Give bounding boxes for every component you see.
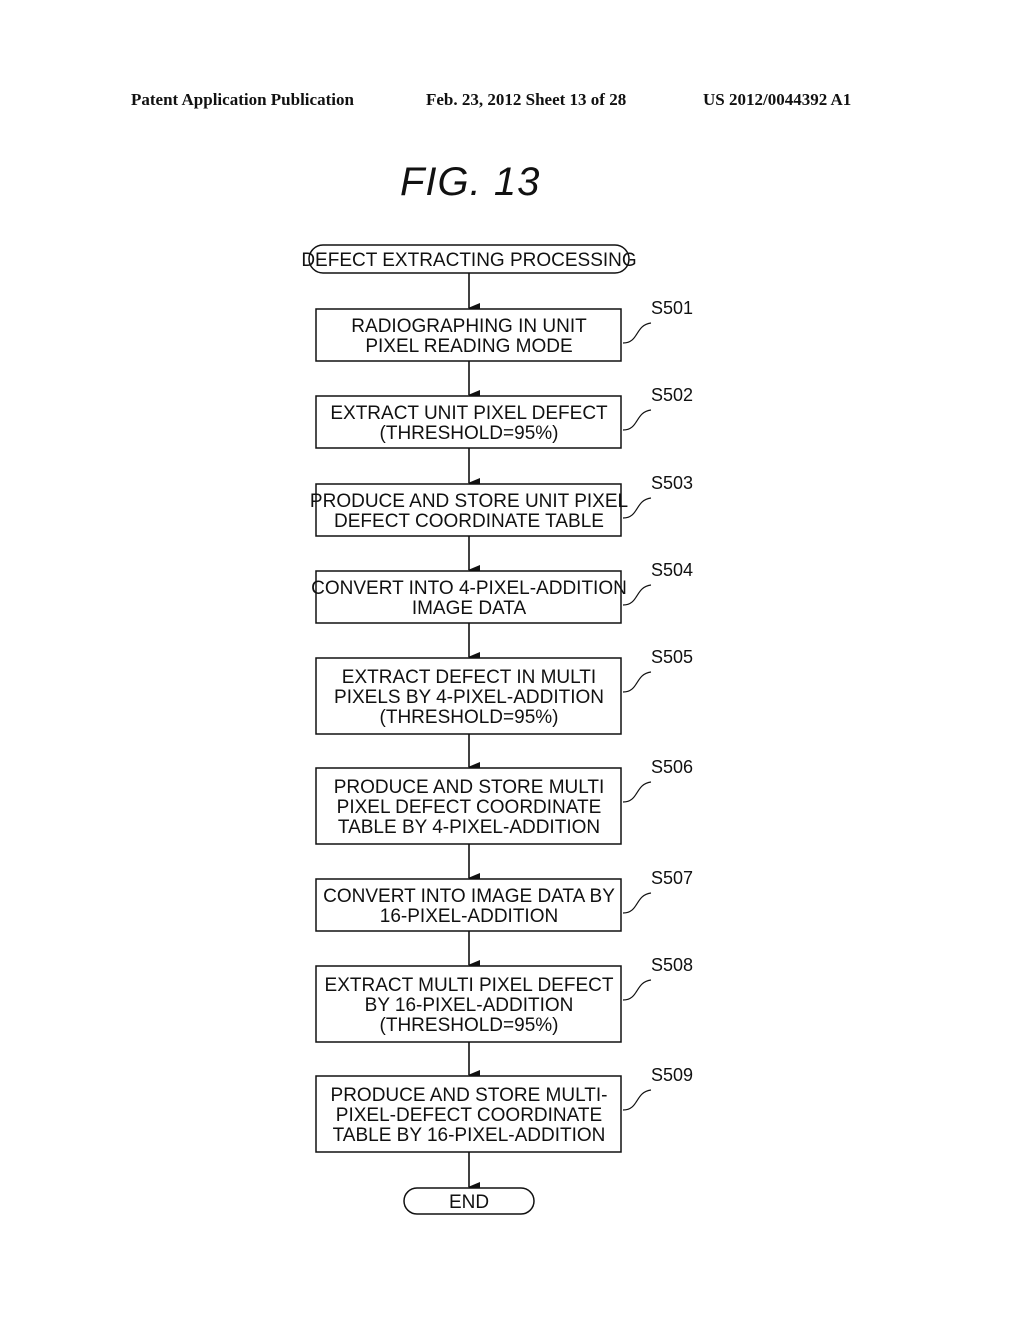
end-label: END (449, 1192, 489, 1213)
process-text: TABLE BY 16-PIXEL-ADDITION (333, 1125, 606, 1146)
process-text: RADIOGRAPHING IN UNIT (351, 316, 587, 337)
process-text: CONVERT INTO IMAGE DATA BY (323, 886, 615, 907)
step-id-label: S509 (651, 1065, 693, 1085)
step-leader-line (622, 781, 652, 803)
start-label: DEFECT EXTRACTING PROCESSING (301, 250, 636, 271)
process-text: PRODUCE AND STORE MULTI- (331, 1085, 608, 1106)
process-text: 16-PIXEL-ADDITION (380, 906, 558, 927)
process-text: PIXEL-DEFECT COORDINATE (336, 1105, 602, 1126)
step-id-label: S506 (651, 757, 693, 777)
process-text: EXTRACT DEFECT IN MULTI (342, 667, 596, 688)
step-id-label: S504 (651, 560, 693, 580)
step-id-label: S505 (651, 647, 693, 667)
process-text: IMAGE DATA (412, 598, 527, 619)
step-leader-line (622, 322, 652, 344)
process-text: DEFECT COORDINATE TABLE (334, 511, 604, 532)
step-id-label: S508 (651, 955, 693, 975)
process-text: (THRESHOLD=95%) (380, 423, 559, 444)
step-leader-line (622, 892, 652, 914)
process-text: PIXEL DEFECT COORDINATE (337, 797, 602, 818)
process-text: PIXEL READING MODE (365, 336, 572, 357)
step-leader-line (622, 584, 652, 606)
process-text: (THRESHOLD=95%) (380, 707, 559, 728)
process-text: PIXELS BY 4-PIXEL-ADDITION (334, 687, 604, 708)
process-text: EXTRACT MULTI PIXEL DEFECT (325, 975, 614, 996)
flowchart: DEFECT EXTRACTING PROCESSING RADIOGRAPHIN… (301, 244, 693, 1215)
step-id-label: S503 (651, 473, 693, 493)
process-text: TABLE BY 4-PIXEL-ADDITION (338, 817, 600, 838)
step-id-label: S507 (651, 868, 693, 888)
process-text: CONVERT INTO 4-PIXEL-ADDITION (311, 578, 627, 599)
step-id-label: S501 (651, 298, 693, 318)
step-leader-line (622, 1089, 652, 1111)
process-text: (THRESHOLD=95%) (380, 1015, 559, 1036)
step-leader-line (622, 409, 652, 431)
process-text: BY 16-PIXEL-ADDITION (365, 995, 574, 1016)
process-text: EXTRACT UNIT PIXEL DEFECT (330, 403, 608, 424)
process-text: PRODUCE AND STORE UNIT PIXEL (310, 491, 628, 512)
step-leader-line (622, 671, 652, 693)
step-id-label: S502 (651, 385, 693, 405)
step-leader-line (622, 979, 652, 1001)
process-text: PRODUCE AND STORE MULTI (334, 777, 605, 798)
